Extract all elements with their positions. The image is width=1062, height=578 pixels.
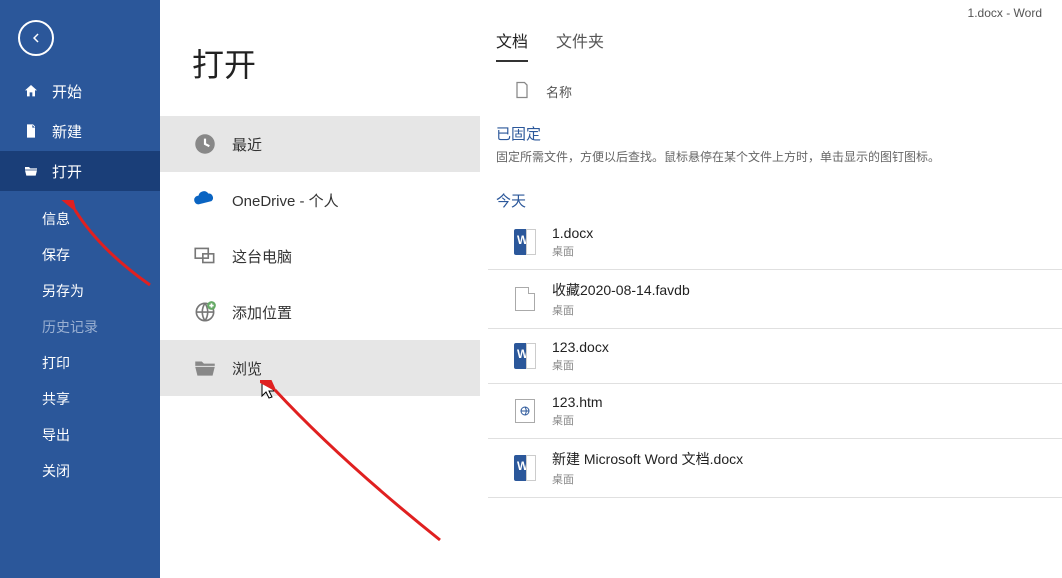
file-location: 桌面: [552, 412, 603, 428]
docx-icon: [512, 343, 538, 369]
location-browse[interactable]: 浏览: [160, 340, 480, 396]
onedrive-icon: [192, 187, 232, 213]
location-thispc[interactable]: 这台电脑: [160, 228, 480, 284]
location-label: 浏览: [232, 358, 262, 379]
file-item[interactable]: 1.docx 桌面: [488, 215, 1062, 270]
location-onedrive[interactable]: OneDrive - 个人: [160, 172, 480, 228]
open-locations-panel: 打开 最近 OneDrive - 个人 这台电脑 添加位置: [160, 0, 480, 578]
location-label: OneDrive - 个人: [232, 190, 339, 211]
nav-label: 打开: [52, 161, 82, 182]
window-title: 1.docx - Word: [968, 6, 1042, 20]
docx-icon: [512, 455, 538, 481]
nav-history[interactable]: 历史记录: [0, 309, 160, 345]
file-name: 123.htm: [552, 394, 603, 410]
nav-info[interactable]: 信息: [0, 201, 160, 237]
htm-icon: [512, 398, 538, 424]
docx-icon: [512, 229, 538, 255]
column-header-label: 名称: [546, 82, 572, 101]
file-item[interactable]: 123.htm 桌面: [488, 384, 1062, 439]
nav-print[interactable]: 打印: [0, 345, 160, 381]
nav-label: 信息: [42, 209, 70, 229]
recent-files-panel: 文档 文件夹 名称 已固定 固定所需文件，方便以后查找。鼠标悬停在某个文件上方时…: [480, 0, 1062, 578]
nav-label: 共享: [42, 389, 70, 409]
file-name: 1.docx: [552, 225, 593, 241]
home-icon: [22, 82, 40, 100]
nav-open[interactable]: 打开: [0, 151, 160, 191]
nav-export[interactable]: 导出: [0, 417, 160, 453]
nav-share[interactable]: 共享: [0, 381, 160, 417]
file-name: 收藏2020-08-14.favdb: [552, 280, 690, 300]
section-pinned-title: 已固定: [488, 109, 1062, 148]
page-title: 打开: [160, 0, 480, 116]
location-label: 添加位置: [232, 302, 292, 323]
location-addplace[interactable]: 添加位置: [160, 284, 480, 340]
backstage-sidebar: 开始 新建 打开 信息 保存 另存为 历史记录 打印 共享 导出 关闭: [0, 0, 160, 578]
clock-icon: [192, 131, 232, 157]
nav-label: 新建: [52, 121, 82, 142]
nav-label: 导出: [42, 425, 70, 445]
file-icon: [512, 80, 532, 103]
nav-new[interactable]: 新建: [0, 111, 160, 151]
nav-label: 关闭: [42, 461, 70, 481]
file-item[interactable]: 收藏2020-08-14.favdb 桌面: [488, 270, 1062, 329]
file-location: 桌面: [552, 243, 593, 259]
file-item[interactable]: 新建 Microsoft Word 文档.docx 桌面: [488, 439, 1062, 498]
file-name: 新建 Microsoft Word 文档.docx: [552, 449, 743, 469]
tab-folders[interactable]: 文件夹: [556, 28, 604, 62]
file-location: 桌面: [552, 357, 609, 373]
document-icon: [22, 122, 40, 140]
file-location: 桌面: [552, 471, 743, 487]
nav-save[interactable]: 保存: [0, 237, 160, 273]
nav-close[interactable]: 关闭: [0, 453, 160, 489]
location-recent[interactable]: 最近: [160, 116, 480, 172]
folder-icon: [192, 355, 232, 381]
back-button[interactable]: [18, 20, 54, 56]
file-name: 123.docx: [552, 339, 609, 355]
folder-open-icon: [22, 162, 40, 180]
nav-label: 另存为: [42, 281, 84, 301]
addplace-icon: [192, 299, 232, 325]
section-today-title: 今天: [488, 176, 1062, 215]
file-location: 桌面: [552, 302, 690, 318]
nav-label: 保存: [42, 245, 70, 265]
nav-saveas[interactable]: 另存为: [0, 273, 160, 309]
thispc-icon: [192, 243, 232, 269]
nav-home[interactable]: 开始: [0, 71, 160, 111]
nav-label: 打印: [42, 353, 70, 373]
section-pinned-desc: 固定所需文件，方便以后查找。鼠标悬停在某个文件上方时，单击显示的图钉图标。: [488, 148, 1062, 176]
location-label: 最近: [232, 134, 262, 155]
nav-label: 开始: [52, 81, 82, 102]
arrow-left-icon: [27, 29, 45, 47]
column-header-name[interactable]: 名称: [488, 62, 1062, 109]
location-label: 这台电脑: [232, 246, 292, 267]
tab-documents[interactable]: 文档: [496, 28, 528, 62]
file-generic-icon: [512, 286, 538, 312]
nav-label: 历史记录: [42, 317, 98, 337]
file-item[interactable]: 123.docx 桌面: [488, 329, 1062, 384]
